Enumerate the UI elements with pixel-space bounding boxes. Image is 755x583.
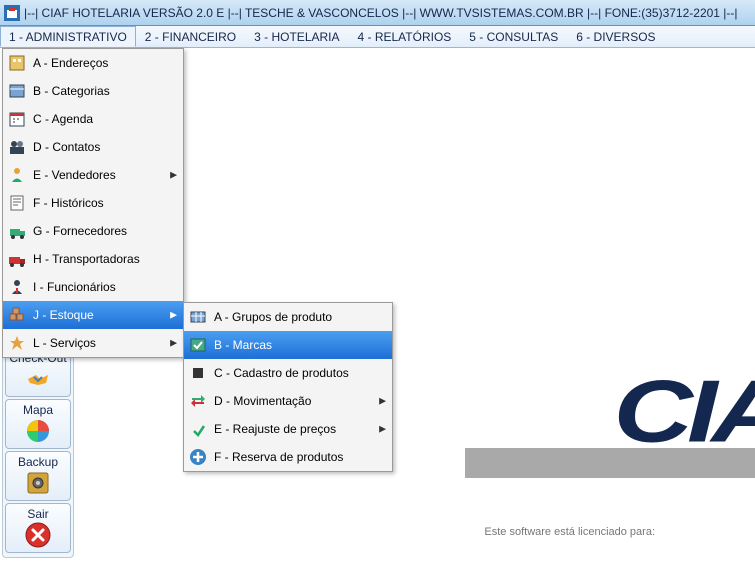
service-icon xyxy=(7,333,27,353)
tool-label: Sair xyxy=(27,507,48,521)
menu-item[interactable]: D - Movimentação ▶ xyxy=(184,387,392,415)
menu-consultas[interactable]: 5 - CONSULTAS xyxy=(460,26,567,47)
menu-item[interactable]: L - Serviços ▶ xyxy=(3,329,183,357)
menu-label: 6 - DIVERSOS xyxy=(576,30,655,44)
menu-item[interactable]: F - Reserva de produtos xyxy=(184,443,392,471)
handshake-icon xyxy=(24,365,52,393)
menu-item-label: J - Estoque xyxy=(33,308,94,322)
menu-item-label: F - Reserva de produtos xyxy=(214,450,343,464)
menu-item[interactable]: B - Categorias xyxy=(3,77,183,105)
menu-hotelaria[interactable]: 3 - HOTELARIA xyxy=(245,26,348,47)
menu-item-label: B - Categorias xyxy=(33,84,110,98)
supplier-icon xyxy=(7,221,27,241)
menu-item-label: A - Endereços xyxy=(33,56,108,70)
tool-label: Mapa xyxy=(23,403,53,417)
menu-item-label: E - Vendedores xyxy=(33,168,116,182)
menu-item-label: F - Históricos xyxy=(33,196,104,210)
menu-label: 1 - ADMINISTRATIVO xyxy=(9,30,127,44)
menu-bar: 1 - ADMINISTRATIVO 2 - FINANCEIRO 3 - HO… xyxy=(0,26,755,48)
close-icon xyxy=(24,521,52,549)
menu-label: 5 - CONSULTAS xyxy=(469,30,558,44)
stock-icon xyxy=(7,305,27,325)
menu-item-label: G - Fornecedores xyxy=(33,224,127,238)
price-icon xyxy=(188,419,208,439)
menu-diversos[interactable]: 6 - DIVERSOS xyxy=(567,26,664,47)
history-icon xyxy=(7,193,27,213)
menu-item-label: D - Contatos xyxy=(33,140,100,154)
left-toolbar: Check-Out Mapa Backup Sair xyxy=(2,344,74,558)
backup-button[interactable]: Backup xyxy=(5,451,71,501)
menu-item[interactable]: G - Fornecedores xyxy=(3,217,183,245)
menu-label: 2 - FINANCEIRO xyxy=(145,30,236,44)
menu-financeiro[interactable]: 2 - FINANCEIRO xyxy=(136,26,245,47)
product-icon xyxy=(188,363,208,383)
window-title: |--| CIAF HOTELARIA VERSÃO 2.0 E |--| TE… xyxy=(24,6,738,20)
menu-label: 3 - HOTELARIA xyxy=(254,30,339,44)
menu-item-label: H - Transportadoras xyxy=(33,252,140,266)
safe-icon xyxy=(24,469,52,497)
exit-button[interactable]: Sair xyxy=(5,503,71,553)
menu-item[interactable]: H - Transportadoras xyxy=(3,245,183,273)
menu-item-label: D - Movimentação xyxy=(214,394,311,408)
address-icon xyxy=(7,53,27,73)
brand-icon xyxy=(188,335,208,355)
contacts-icon xyxy=(7,137,27,157)
menu-item[interactable]: E - Vendedores ▶ xyxy=(3,161,183,189)
logo-underline xyxy=(465,448,755,478)
title-bar: |--| CIAF HOTELARIA VERSÃO 2.0 E |--| TE… xyxy=(0,0,755,26)
menu-item[interactable]: F - Históricos xyxy=(3,189,183,217)
category-icon xyxy=(7,81,27,101)
reserve-icon xyxy=(188,447,208,467)
app-icon xyxy=(4,5,20,21)
menu-item-label: A - Grupos de produto xyxy=(214,310,332,324)
map-button[interactable]: Mapa xyxy=(5,399,71,449)
menu-item[interactable]: E - Reajuste de preços ▶ xyxy=(184,415,392,443)
group-icon xyxy=(188,307,208,327)
tool-label: Backup xyxy=(18,455,58,469)
menu-item[interactable]: A - Endereços xyxy=(3,49,183,77)
menu-item-label: C - Cadastro de produtos xyxy=(214,366,349,380)
menu-item-label: B - Marcas xyxy=(214,338,272,352)
submenu-arrow-icon: ▶ xyxy=(170,170,177,181)
menu-item-label: C - Agenda xyxy=(33,112,93,126)
menu-label: 4 - RELATÓRIOS xyxy=(358,30,452,44)
submenu-arrow-icon: ▶ xyxy=(379,424,386,435)
menu-relatorios[interactable]: 4 - RELATÓRIOS xyxy=(349,26,461,47)
menu-item[interactable]: B - Marcas xyxy=(184,331,392,359)
calendar-icon xyxy=(7,109,27,129)
seller-icon xyxy=(7,165,27,185)
carrier-icon xyxy=(7,249,27,269)
menu-item-label: E - Reajuste de preços xyxy=(214,422,336,436)
menu-item[interactable]: J - Estoque ▶ xyxy=(3,301,183,329)
menu-item-label: I - Funcionários xyxy=(33,280,116,294)
menu-item[interactable]: I - Funcionários xyxy=(3,273,183,301)
admin-dropdown: A - Endereços B - Categorias C - Agenda D -… xyxy=(2,48,184,358)
submenu-arrow-icon: ▶ xyxy=(379,396,386,407)
menu-item[interactable]: C - Agenda xyxy=(3,105,183,133)
globe-icon xyxy=(24,417,52,445)
menu-item-label: L - Serviços xyxy=(33,336,96,350)
license-text: Este software está licenciado para: xyxy=(484,526,655,538)
movement-icon xyxy=(188,391,208,411)
menu-item[interactable]: C - Cadastro de produtos xyxy=(184,359,392,387)
stock-submenu: A - Grupos de produto B - Marcas C - Cadas… xyxy=(183,302,393,472)
submenu-arrow-icon: ▶ xyxy=(170,338,177,349)
menu-item[interactable]: A - Grupos de produto xyxy=(184,303,392,331)
employee-icon xyxy=(7,277,27,297)
submenu-arrow-icon: ▶ xyxy=(170,310,177,321)
menu-administrativo[interactable]: 1 - ADMINISTRATIVO xyxy=(0,26,136,47)
workspace: Check-Out Mapa Backup Sair A - Endereços… xyxy=(0,48,755,583)
menu-item[interactable]: D - Contatos xyxy=(3,133,183,161)
